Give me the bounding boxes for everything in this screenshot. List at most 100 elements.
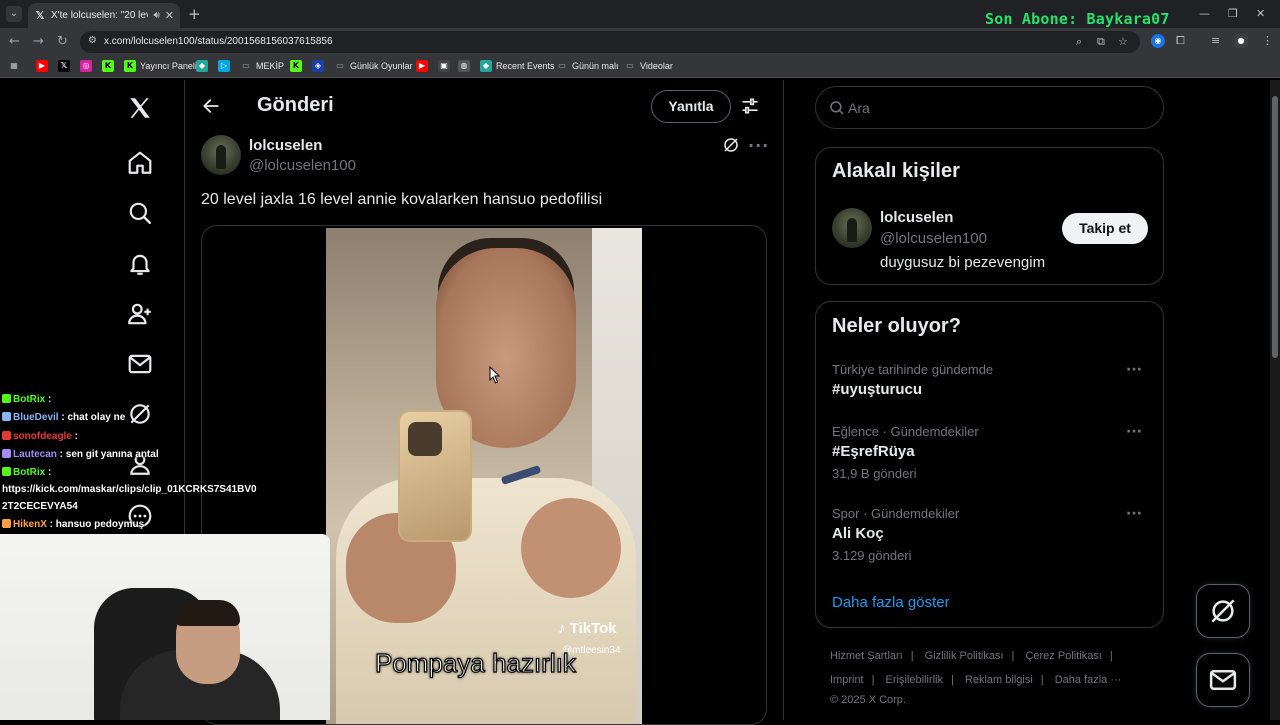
author-avatar[interactable]	[201, 135, 241, 175]
zoom-icon[interactable]: ⌕	[1076, 35, 1082, 49]
tab-close-icon[interactable]: ✕	[165, 9, 174, 22]
more-options-circle-icon[interactable]	[115, 496, 165, 536]
footer-link[interactable]: Erişilebilirlik	[886, 674, 943, 686]
follow-button[interactable]: Takip et	[1062, 213, 1148, 244]
footer-link[interactable]: Hizmet Şartları	[830, 650, 903, 662]
back-arrow-icon[interactable]	[201, 96, 221, 121]
audio-playing-icon[interactable]: 🔊︎	[153, 10, 159, 21]
browser-toolbar: ← → ↻ ⚙ x.com/lolcuselen100/status/20015…	[0, 28, 1280, 56]
kick-icon: K	[290, 60, 302, 72]
bookmark-item[interactable]: ▶	[36, 60, 48, 72]
browser-menu-icon[interactable]: ⋮	[1262, 34, 1273, 47]
minimize-icon[interactable]: —	[1199, 7, 1210, 20]
trend-more-icon[interactable]: ···	[1126, 362, 1142, 378]
grok-explain-icon[interactable]	[722, 136, 740, 159]
x-logo-icon[interactable]	[115, 88, 165, 128]
site-info-icon[interactable]: ⚙	[88, 35, 97, 46]
bookmark-item[interactable]: ▭ Günlük Oyunlar	[334, 60, 412, 72]
home-icon[interactable]	[115, 143, 165, 183]
scrollbar-thumb[interactable]	[1272, 96, 1278, 358]
explore-search-icon[interactable]	[115, 193, 165, 233]
bookmark-item[interactable]: 𝕏	[58, 60, 70, 72]
trend-name[interactable]: #uyuşturucu	[832, 381, 1150, 398]
x-favicon-icon: 𝕏	[35, 8, 45, 22]
x-icon: 𝕏	[58, 60, 70, 72]
bookmark-item[interactable]: ◆	[196, 60, 208, 72]
bookmark-item[interactable]: K Yayıncı Paneli	[124, 60, 197, 72]
shield-icon: ◈	[312, 60, 324, 72]
reply-button[interactable]: Yanıtla	[651, 90, 731, 123]
trend-name[interactable]: Ali Koç	[832, 525, 1150, 542]
chat-text: hansuo pedoymuş	[55, 519, 145, 530]
trend-item[interactable]: Spor · Gündemdekiler Ali Koç 3.129 gönde…	[832, 506, 1150, 563]
bookmark-item[interactable]: K	[102, 60, 114, 72]
trends-card: Neler oluyor? Türkiye tarihinde gündemde…	[815, 301, 1164, 628]
bookmark-item[interactable]: ◆ Recent Events	[480, 60, 555, 72]
follow-people-icon[interactable]	[115, 294, 165, 334]
bookmark-item[interactable]: ▣	[438, 60, 450, 72]
profile-icon[interactable]: ●	[1234, 34, 1248, 48]
person-name[interactable]: lolcuselen	[880, 209, 953, 226]
bookmark-item[interactable]: ▷	[218, 60, 230, 72]
back-nav-icon[interactable]: ←	[9, 34, 20, 49]
footer-link[interactable]: Daha fazla ···	[1055, 674, 1122, 686]
trend-more-icon[interactable]: ···	[1126, 506, 1142, 522]
trend-item[interactable]: Eğlence · Gündemdekiler #EşrefRüya 31,9 …	[832, 424, 1150, 481]
bookmark-item[interactable]: ◈	[312, 60, 324, 72]
author-name[interactable]: lolcuselen	[249, 137, 322, 154]
notifications-bell-icon[interactable]	[115, 244, 165, 284]
address-bar[interactable]: ⚙ x.com/lolcuselen100/status/20015681560…	[80, 31, 1140, 53]
bookmark-label: Videolar	[640, 61, 673, 71]
forward-nav-icon[interactable]: →	[33, 34, 44, 49]
chat-username: BotRix	[13, 467, 46, 478]
extensions-puzzle-icon[interactable]: ⧠	[1176, 34, 1185, 48]
reload-icon[interactable]: ↻	[57, 34, 68, 49]
bookmark-item[interactable]: ▶	[416, 60, 428, 72]
footer-link[interactable]: Reklam bilgisi	[965, 674, 1033, 686]
grok-floating-button[interactable]	[1196, 584, 1250, 638]
person-handle[interactable]: @lolcuselen100	[880, 230, 987, 247]
apps-grid-icon[interactable]: ▦	[8, 60, 20, 72]
trend-item[interactable]: Türkiye tarihinde gündemde #uyuşturucu ·…	[832, 362, 1150, 398]
bookmark-item[interactable]: ▭ MEKİP	[240, 60, 284, 72]
new-tab-button[interactable]: +	[188, 5, 201, 23]
chat-message: sonofdeagle :	[2, 431, 78, 442]
url-text[interactable]: x.com/lolcuselen100/status/2001568156037…	[104, 36, 333, 47]
reading-list-icon[interactable]: ≡	[1211, 34, 1220, 47]
trend-name[interactable]: #EşrefRüya	[832, 443, 1150, 460]
window-close-icon[interactable]: ✕	[1256, 7, 1265, 20]
chat-text: https://kick.com/maskar/clips/clip_01KCR…	[2, 484, 257, 495]
bookmark-item[interactable]: ▭ Videolar	[624, 60, 673, 72]
tab-search-icon[interactable]: ⌄	[6, 6, 22, 22]
search-box[interactable]: Ara	[815, 86, 1164, 129]
messages-floating-button[interactable]	[1196, 653, 1250, 707]
author-handle[interactable]: @lolcuselen100	[249, 157, 356, 174]
chat-message: https://kick.com/maskar/clips/clip_01KCR…	[2, 484, 257, 495]
chat-username: HikenX	[13, 519, 47, 530]
more-dots-icon[interactable]: ···	[748, 136, 769, 155]
person-avatar[interactable]	[832, 208, 872, 248]
kick-icon: K	[102, 60, 114, 72]
footer-link[interactable]: Çerez Politikası	[1025, 650, 1101, 662]
extension-icon[interactable]: ◉	[1151, 34, 1165, 48]
show-more-link[interactable]: Daha fazla göster	[832, 594, 950, 611]
messages-mail-icon[interactable]	[115, 344, 165, 384]
footer-link[interactable]: Gizlilik Politikası	[925, 650, 1004, 662]
bookmark-item[interactable]: ◍	[458, 60, 470, 72]
chat-badge-icon	[2, 394, 11, 403]
bookmark-item[interactable]: ◎	[80, 60, 92, 72]
filter-sliders-icon[interactable]	[740, 96, 760, 121]
kick-icon: K	[124, 60, 136, 72]
trend-meta: Türkiye tarihinde gündemde	[832, 362, 994, 377]
search-placeholder[interactable]: Ara	[848, 100, 870, 116]
bookmark-item[interactable]: K	[290, 60, 302, 72]
bookmark-item[interactable]: ▭ Günün malı	[556, 60, 618, 72]
restore-icon[interactable]: ❐	[1228, 7, 1238, 20]
browser-tab-active[interactable]: 𝕏 X'te lolcuselen: "20 level jax 🔊︎ ✕	[28, 3, 180, 28]
bookmark-star-icon[interactable]: ☆	[1118, 35, 1128, 48]
footer-link[interactable]: Imprint	[830, 674, 864, 686]
install-app-icon[interactable]: ⧉	[1097, 35, 1105, 49]
page-scrollbar[interactable]	[1270, 80, 1280, 720]
chat-username: Lautecan	[13, 449, 57, 460]
trend-more-icon[interactable]: ···	[1126, 424, 1142, 440]
